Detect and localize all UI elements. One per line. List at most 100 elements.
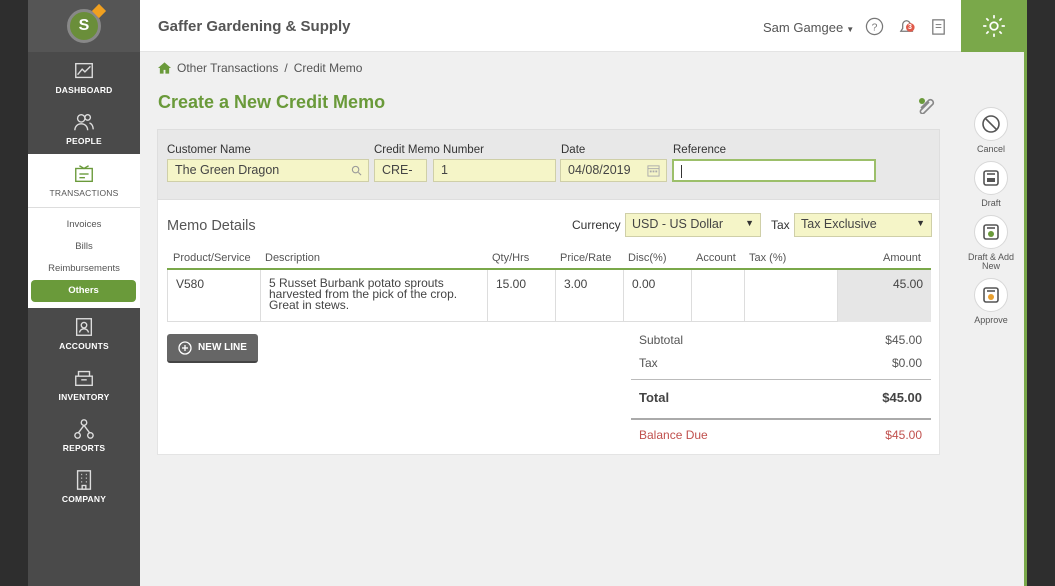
inventory-icon	[75, 370, 93, 387]
currency-value: USD - US Dollar	[632, 217, 723, 231]
cell-qty[interactable]: 15.00	[487, 270, 555, 322]
transactions-subnav: Invoices Bills Reimbursements Others	[28, 207, 140, 308]
gear-icon	[983, 15, 1005, 37]
subnav-invoices[interactable]: Invoices	[28, 214, 140, 236]
dropdown-arrow-icon: ▼	[745, 218, 754, 228]
accent-rail	[1024, 52, 1027, 586]
subtotal-value: $45.00	[885, 333, 922, 347]
app-logo: S	[67, 3, 107, 43]
search-icon[interactable]	[351, 165, 362, 176]
tax-mode-label: Tax	[771, 218, 790, 232]
cell-product[interactable]: V580	[167, 270, 260, 322]
cell-account[interactable]	[691, 270, 744, 322]
company-name: Gaffer Gardening & Supply	[158, 18, 351, 35]
subtotal-label: Subtotal	[639, 333, 684, 347]
approve-icon	[983, 287, 999, 303]
cell-tax[interactable]	[744, 270, 837, 322]
reference-input[interactable]	[672, 159, 876, 182]
memo-details: Memo Details Currency USD - US Dollar ▼ T…	[157, 200, 940, 455]
subnav-bills[interactable]: Bills	[28, 236, 140, 258]
draft-add-label: Draft & Add New	[967, 252, 1015, 271]
settings-button[interactable]	[961, 0, 1027, 52]
save-add-icon	[983, 224, 999, 240]
new-line-button[interactable]: NEW LINE	[167, 334, 258, 363]
tax-mode-value: Tax Exclusive	[801, 217, 877, 231]
approve-button[interactable]: Approve	[973, 278, 1009, 325]
reference-label: Reference	[673, 144, 727, 156]
cell-description[interactable]: 5 Russet Burbank potato sprouts harveste…	[260, 270, 487, 322]
sidebar-item-inventory[interactable]: INVENTORY	[28, 359, 140, 410]
col-tax: Tax (%)	[749, 252, 787, 264]
topbar: Gaffer Gardening & Supply Sam Gamgee ▼ ? …	[140, 0, 1027, 52]
save-icon	[983, 170, 999, 186]
total-value: $45.00	[882, 390, 922, 405]
memo-header: Customer Name The Green Dragon Credit Me…	[157, 129, 940, 200]
sidebar-item-dashboard[interactable]: DASHBOARD	[28, 52, 140, 103]
user-name: Sam Gamgee	[763, 20, 844, 35]
tax-total-value: $0.00	[891, 356, 922, 370]
building-icon	[76, 470, 92, 490]
date-label: Date	[561, 144, 586, 156]
cancel-button[interactable]: Cancel	[973, 107, 1009, 154]
total-divider	[631, 418, 931, 420]
backdrop-right	[1027, 0, 1055, 586]
draft-button[interactable]: Draft	[973, 161, 1009, 208]
col-account: Account	[696, 252, 736, 264]
user-menu[interactable]: Sam Gamgee ▼	[763, 20, 854, 35]
breadcrumb-separator: /	[284, 61, 288, 75]
logo-box[interactable]: S	[28, 0, 140, 52]
calendar-icon[interactable]	[647, 164, 660, 177]
memo-number-field[interactable]: 1	[433, 159, 556, 182]
sidebar-item-transactions[interactable]: TRANSACTIONS	[28, 154, 140, 207]
sidebar-item-label: TRANSACTIONS	[49, 188, 119, 198]
subnav-reimbursements[interactable]: Reimbursements	[28, 258, 140, 280]
document-icon[interactable]	[929, 17, 948, 36]
sidebar-item-label: PEOPLE	[66, 136, 102, 146]
notification-count: 3	[908, 24, 912, 31]
date-field[interactable]: 04/08/2019	[560, 159, 667, 182]
tax-mode-select[interactable]: Tax Exclusive ▼	[794, 213, 932, 237]
col-disc: Disc(%)	[628, 252, 667, 264]
sidebar-item-company[interactable]: COMPANY	[28, 461, 140, 512]
dropdown-arrow-icon: ▼	[916, 218, 925, 228]
sidebar-item-label: INVENTORY	[58, 392, 110, 402]
tax-total-label: Tax	[639, 356, 658, 370]
page-title: Create a New Credit Memo	[158, 92, 386, 112]
approve-label: Approve	[974, 315, 1008, 325]
draft-add-new-button[interactable]: Draft & Add New	[968, 215, 1014, 271]
breadcrumb-current: Credit Memo	[293, 61, 363, 75]
date-value: 04/08/2019	[568, 163, 631, 177]
sidebar-item-accounts[interactable]: ACCOUNTS	[28, 308, 140, 359]
home-icon[interactable]	[158, 62, 171, 74]
col-amount: Amount	[883, 252, 921, 264]
sidebar-item-people[interactable]: PEOPLE	[28, 103, 140, 154]
main-area: Gaffer Gardening & Supply Sam Gamgee ▼ ? …	[140, 0, 1027, 586]
sidebar-item-reports[interactable]: REPORTS	[28, 410, 140, 461]
totals-divider	[631, 379, 931, 380]
subnav-others[interactable]: Others	[31, 280, 136, 302]
new-line-label: NEW LINE	[198, 342, 247, 353]
cancel-icon	[982, 115, 1000, 133]
col-qty: Qty/Hrs	[492, 252, 530, 264]
backdrop-left	[0, 0, 28, 586]
cell-disc[interactable]: 0.00	[623, 270, 691, 322]
breadcrumb-parent[interactable]: Other Transactions	[177, 61, 278, 75]
help-icon[interactable]: ?	[865, 17, 884, 36]
col-product: Product/Service	[173, 252, 251, 264]
draft-label: Draft	[981, 198, 1001, 208]
customer-field[interactable]: The Green Dragon	[167, 159, 369, 182]
bell-icon[interactable]	[897, 17, 916, 36]
memo-details-title: Memo Details	[167, 218, 256, 234]
table-row: V580 5 Russet Burbank potato sprouts har…	[167, 270, 931, 322]
svg-text:?: ?	[872, 22, 878, 33]
total-label: Total	[639, 390, 670, 405]
currency-select[interactable]: USD - US Dollar ▼	[625, 213, 761, 237]
chart-icon	[75, 62, 93, 79]
memo-number-label: Credit Memo Number	[374, 144, 484, 156]
people-icon	[74, 113, 94, 131]
memo-prefix-field[interactable]: CRE-	[374, 159, 427, 182]
attachment-icon[interactable]	[916, 96, 938, 114]
cell-price[interactable]: 3.00	[555, 270, 623, 322]
sidebar-item-label: ACCOUNTS	[59, 341, 109, 351]
col-description: Description	[265, 252, 321, 264]
